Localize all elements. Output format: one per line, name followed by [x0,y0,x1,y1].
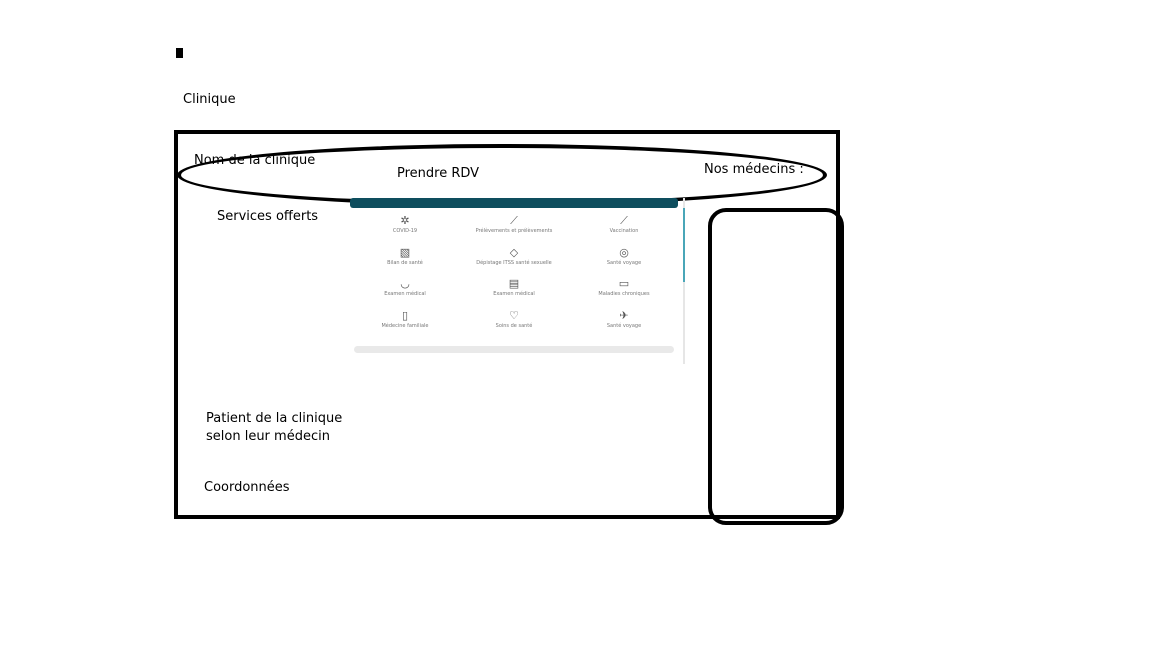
services-widget: ✲ COVID-19 ⟋ Prélèvements et prélèvement… [350,198,686,364]
services-heading: Services offerts [217,209,319,224]
service-item[interactable]: ⟋ Prélèvements et prélèvements [469,214,559,234]
patients-line-1: Patient de la clinique [206,411,343,426]
service-item[interactable]: ◎ Santé voyage [579,246,669,266]
chart-icon: ▧ [399,246,411,259]
patients-line-2: selon leur médecin [206,429,330,444]
clipboard-icon: ▤ [508,277,520,290]
drop-icon: ◇ [509,246,519,259]
vaccine-icon: ⟋ [620,214,628,227]
plane-icon: ✈ [619,309,629,322]
pill-icon: ▯ [401,309,409,322]
contact-heading: Coordonnées [204,480,290,495]
service-item[interactable]: ▤ Examen médical [469,277,559,297]
service-item[interactable]: ◇ Dépistage ITSS santé sexuelle [469,246,559,266]
clinic-name: Nom de la clinique [194,153,316,168]
globe-icon: ◎ [619,246,629,259]
doctors-panel [708,208,844,525]
syringe-icon: ⟋ [510,214,518,227]
horizontal-scrollbar[interactable] [354,346,674,353]
monitor-icon: ▭ [618,277,630,290]
page-title: Clinique [183,92,236,107]
heart-icon: ♡ [509,309,519,322]
service-item[interactable]: ✈ Santé voyage [579,309,669,329]
book-appointment-button[interactable]: Prendre RDV [397,165,479,183]
service-item[interactable]: ✲ COVID-19 [360,214,450,234]
service-item[interactable]: ◡ Examen médical [360,277,450,297]
cursor-marker [176,48,183,58]
covid-icon: ✲ [400,214,410,227]
our-doctors-heading: Nos médecins : [704,162,804,177]
service-item[interactable]: ▯ Médecine familiale [360,309,450,329]
patients-by-doctor-heading: Patient de la clinique selon leur médeci… [206,410,366,446]
service-item[interactable]: ▧ Bilan de santé [360,246,450,266]
vertical-scrollbar-thumb[interactable] [683,208,685,282]
bed-icon: ◡ [400,277,410,290]
service-item[interactable]: ⟋ Vaccination [579,214,669,234]
service-item[interactable]: ♡ Soins de santé [469,309,559,329]
services-topbar [350,198,678,208]
service-item[interactable]: ▭ Maladies chroniques [579,277,669,297]
